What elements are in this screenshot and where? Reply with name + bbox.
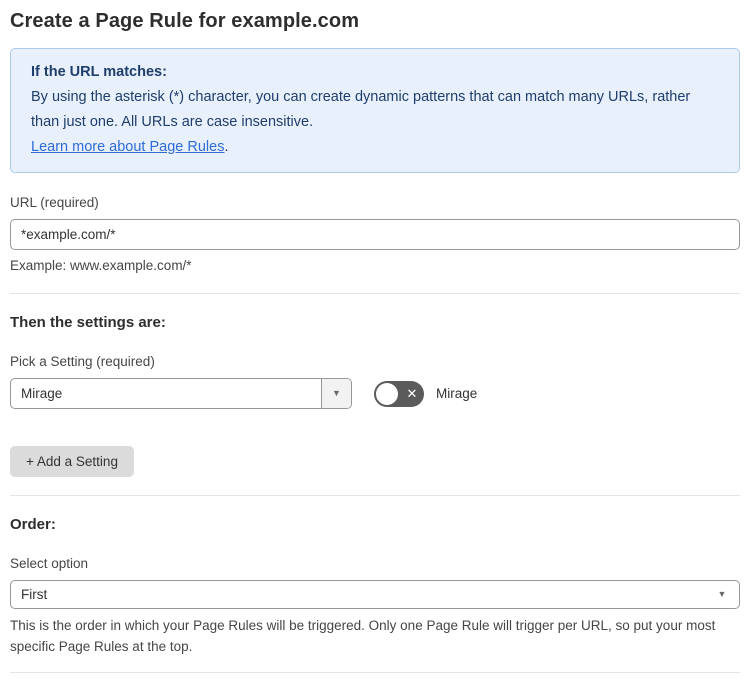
url-field-label: URL (required)	[10, 195, 99, 210]
order-select-label: Select option	[10, 556, 89, 571]
info-box-link-line: Learn more about Page Rules.	[31, 135, 719, 160]
settings-section-heading: Then the settings are:	[10, 314, 166, 331]
setting-row: Mirage ▼ ✕ Mirage	[10, 378, 740, 409]
url-example-helper: Example: www.example.com/*	[10, 258, 192, 273]
setting-dropdown[interactable]: Mirage ▼	[10, 378, 352, 409]
pick-setting-label: Pick a Setting (required)	[10, 354, 155, 369]
info-box-heading: If the URL matches:	[31, 64, 167, 80]
mirage-toggle[interactable]: ✕	[374, 380, 424, 407]
order-select-caret-box: ▼	[705, 590, 739, 599]
order-select[interactable]: First ▼	[10, 580, 740, 609]
create-page-rule-form: Create a Page Rule for example.com If th…	[0, 0, 750, 684]
learn-more-link[interactable]: Learn more about Page Rules	[31, 139, 224, 155]
divider	[10, 672, 740, 673]
setting-dropdown-value: Mirage	[21, 386, 63, 401]
add-setting-button[interactable]: + Add a Setting	[10, 446, 134, 477]
link-suffix: .	[224, 139, 229, 155]
toggle-off-x-icon: ✕	[406, 386, 418, 401]
divider	[10, 293, 740, 294]
divider	[10, 495, 740, 496]
setting-dropdown-arrow-button[interactable]: ▼	[321, 379, 351, 408]
url-match-info-box: If the URL matches: By using the asteris…	[10, 48, 740, 173]
order-section-heading: Order:	[10, 516, 56, 533]
toggle-knob	[376, 382, 398, 405]
chevron-down-icon: ▼	[332, 388, 341, 398]
toggle-caption: Mirage	[436, 386, 478, 401]
chevron-down-icon: ▼	[717, 589, 727, 599]
info-box-body: By using the asterisk (*) character, you…	[31, 89, 691, 130]
order-helper-text: This is the order in which your Page Rul…	[10, 618, 716, 654]
page-title: Create a Page Rule for example.com	[10, 10, 360, 32]
order-select-value: First	[21, 587, 48, 602]
url-input[interactable]	[10, 219, 740, 250]
